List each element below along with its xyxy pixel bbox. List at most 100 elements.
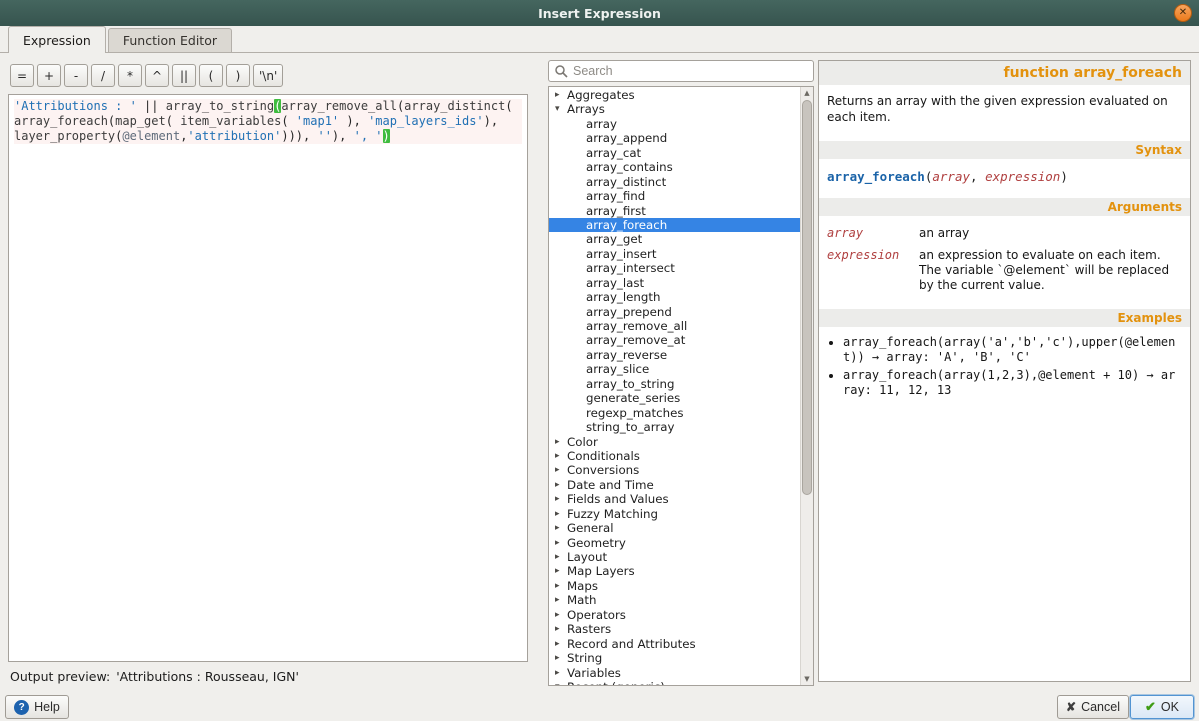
help-examples: array_foreach(array('a','b','c'),upper(@… [843,335,1182,398]
tree-group[interactable]: ▸General [549,521,800,535]
operator-button[interactable]: + [37,64,61,87]
cancel-button[interactable]: ✘ Cancel [1057,695,1129,719]
chevron-right-icon[interactable]: ▸ [555,435,567,449]
tree-item[interactable]: array_last [549,276,800,290]
tree-item-label: Layout [567,550,607,564]
chevron-right-icon[interactable]: ▸ [555,507,567,521]
chevron-right-icon[interactable]: ▸ [555,463,567,477]
tree-scrollbar-thumb[interactable] [802,100,812,495]
operator-button[interactable]: '\n' [253,64,283,87]
tree-item[interactable]: array_length [549,290,800,304]
tree-group[interactable]: ▸String [549,651,800,665]
chevron-right-icon[interactable]: ▸ [555,666,567,680]
ok-button[interactable]: ✔ OK [1130,695,1194,719]
tree-item[interactable]: array_prepend [549,305,800,319]
output-preview-value: 'Attributions : Rousseau, IGN' [116,669,299,684]
help-syntax: array_foreach(array, expression) [819,159,1190,188]
chevron-right-icon[interactable]: ▸ [555,637,567,651]
tree-group[interactable]: ▸Layout [549,550,800,564]
tree-item[interactable]: array [549,117,800,131]
tree-item[interactable]: array_get [549,232,800,246]
tree-item[interactable]: array_remove_all [549,319,800,333]
close-button[interactable]: ✕ [1174,4,1192,22]
operator-button[interactable]: = [10,64,34,87]
help-button[interactable]: ? Help [5,695,69,719]
operator-button[interactable]: - [64,64,88,87]
tree-group[interactable]: ▸Conversions [549,463,800,477]
tree-item[interactable]: array_distinct [549,175,800,189]
tree-scrollbar[interactable]: ▲ ▼ [800,87,813,685]
chevron-right-icon[interactable]: ▸ [555,550,567,564]
tree-item-label: array_foreach [586,218,667,232]
tree-group[interactable]: ▸Geometry [549,536,800,550]
tree-group[interactable]: ▸Map Layers [549,564,800,578]
tree-group[interactable]: ▸Color [549,435,800,449]
chevron-right-icon[interactable]: ▸ [555,492,567,506]
tree-item[interactable]: generate_series [549,391,800,405]
tree-group[interactable]: ▸Aggregates [549,88,800,102]
tree-item[interactable]: array_append [549,131,800,145]
close-icon: ✕ [1179,8,1187,18]
tree-item[interactable]: array_first [549,204,800,218]
operator-button[interactable]: * [118,64,142,87]
tree-item[interactable]: array_insert [549,247,800,261]
tab-function-editor[interactable]: Function Editor [108,28,232,52]
tree-item[interactable]: array_reverse [549,348,800,362]
tree-group[interactable]: ▾Recent (generic) [549,680,800,685]
chevron-right-icon[interactable]: ▸ [555,88,567,102]
tree-item[interactable]: string_to_array [549,420,800,434]
chevron-right-icon[interactable]: ▸ [555,651,567,665]
argument-description: an expression to evaluate on each item. … [919,248,1180,293]
scroll-down-icon[interactable]: ▼ [801,675,813,683]
tree-group[interactable]: ▸Fuzzy Matching [549,507,800,521]
chevron-down-icon[interactable]: ▾ [555,102,567,116]
tree-item-label: regexp_matches [586,406,683,420]
tree-item[interactable]: array_remove_at [549,333,800,347]
tree-item-label: array_reverse [586,348,667,362]
tree-item[interactable]: array_contains [549,160,800,174]
tree-group[interactable]: ▾Arrays [549,102,800,116]
tree-group[interactable]: ▸Math [549,593,800,607]
help-arguments: arrayan arrayexpressionan expression to … [819,216,1190,299]
tree-group[interactable]: ▸Fields and Values [549,492,800,506]
tree-item[interactable]: array_find [549,189,800,203]
tree-item[interactable]: array_to_string [549,377,800,391]
chevron-right-icon[interactable]: ▸ [555,622,567,636]
tree-item[interactable]: array_foreach [549,218,800,232]
chevron-right-icon[interactable]: ▸ [555,521,567,535]
chevron-right-icon[interactable]: ▸ [555,564,567,578]
tab-expression[interactable]: Expression [8,26,106,53]
tree-group[interactable]: ▸Record and Attributes [549,637,800,651]
chevron-right-icon[interactable]: ▸ [555,449,567,463]
expression-editor[interactable]: 'Attributions : ' || array_to_string(arr… [8,94,528,662]
tree-item-label: array_cat [586,146,641,160]
argument-description: an array [919,226,1180,241]
help-title: function array_foreach [819,61,1190,85]
scroll-up-icon[interactable]: ▲ [801,89,813,97]
tree-group[interactable]: ▸Conditionals [549,449,800,463]
tree-item[interactable]: array_slice [549,362,800,376]
tree-item[interactable]: regexp_matches [549,406,800,420]
tree-item[interactable]: array_intersect [549,261,800,275]
chevron-right-icon[interactable]: ▸ [555,593,567,607]
operator-button[interactable]: || [172,64,196,87]
chevron-right-icon[interactable]: ▸ [555,478,567,492]
tree-group[interactable]: ▸Date and Time [549,478,800,492]
titlebar: Insert Expression ✕ [0,0,1199,26]
search-input[interactable] [548,60,814,82]
tree-group[interactable]: ▸Maps [549,579,800,593]
help-arguments-header: Arguments [819,198,1190,216]
tree-group[interactable]: ▸Operators [549,608,800,622]
chevron-right-icon[interactable]: ▸ [555,536,567,550]
chevron-down-icon[interactable]: ▾ [555,680,567,685]
operator-button[interactable]: ^ [145,64,169,87]
tree-group[interactable]: ▸Variables [549,666,800,680]
tree-group[interactable]: ▸Rasters [549,622,800,636]
chevron-right-icon[interactable]: ▸ [555,608,567,622]
help-icon: ? [14,700,29,715]
chevron-right-icon[interactable]: ▸ [555,579,567,593]
operator-button[interactable]: ( [199,64,223,87]
operator-button[interactable]: ) [226,64,250,87]
tree-item[interactable]: array_cat [549,146,800,160]
operator-button[interactable]: / [91,64,115,87]
